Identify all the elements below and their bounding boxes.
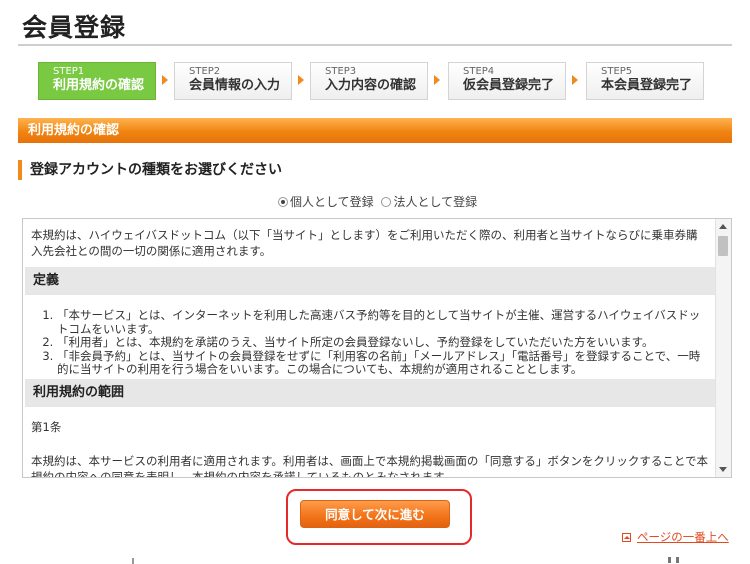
definitions-list: 「本サービス」とは、インターネットを利用した高速バス予約等を目的として当サイトが… (23, 308, 717, 377)
page-title: 会員登録 (22, 13, 127, 42)
agree-and-continue-button[interactable]: 同意して次に進む (300, 500, 450, 528)
radio-unchecked-icon[interactable] (381, 197, 392, 207)
step-label: 会員情報の入力 (189, 78, 281, 93)
terms-intro: 本規約は、ハイウェイバスドットコム（以下「当サイト」とします）をご利用いただく際… (31, 228, 698, 258)
arrow-up-icon (622, 533, 631, 542)
scroll-down-icon[interactable] (719, 467, 727, 472)
step-4: STEP4 仮会員登録完了 (448, 62, 566, 100)
step-3: STEP3 入力内容の確認 (310, 62, 428, 100)
step-label: 本会員登録完了 (601, 78, 693, 93)
step-label: 利用規約の確認 (53, 78, 145, 93)
divider-fragment (668, 557, 671, 563)
section-header: 利用規約の確認 (18, 118, 732, 143)
step-label: 仮会員登録完了 (463, 78, 555, 93)
step-number: STEP2 (189, 66, 221, 77)
radio-individual[interactable]: 個人として登録 (278, 193, 374, 210)
step-number: STEP4 (463, 66, 495, 77)
definition-item: 「利用者」とは、本規約を承諾のうえ、当サイト所定の会員登録ないし、予約登録をして… (57, 335, 717, 350)
radio-checked-icon[interactable] (278, 197, 288, 207)
step-number: STEP5 (601, 66, 633, 77)
scroll-thumb[interactable] (718, 236, 728, 256)
step-number: STEP3 (325, 66, 357, 77)
step-arrow-icon (434, 75, 440, 85)
step-arrow-icon (572, 75, 578, 85)
definition-item: 「本サービス」とは、インターネットを利用した高速バス予約等を目的として当サイトが… (57, 308, 717, 336)
radio-corporate[interactable]: 法人として登録 (381, 193, 477, 210)
step-label: 入力内容の確認 (325, 78, 417, 93)
radio-label-corporate[interactable]: 法人として登録 (393, 195, 477, 209)
article-number: 第1条 (31, 419, 62, 434)
step-1: STEP1 利用規約の確認 (38, 62, 156, 100)
divider-fragment (132, 558, 134, 564)
article-body: 本規約は、本サービスの利用者に適用されます。利用者は、画面上で本規約掲載画面の「… (31, 453, 708, 478)
page-top-link[interactable]: ページの一番上へ (622, 529, 729, 545)
definition-item: 「非会員予約」とは、当サイトの会員登録をせずに「利用客の名前」「メールアドレス」… (57, 349, 717, 377)
step-number: STEP1 (53, 66, 85, 77)
title-divider (18, 44, 732, 46)
terms-scrollbar[interactable] (715, 219, 731, 477)
step-arrow-icon (162, 75, 168, 85)
step-5: STEP5 本会員登録完了 (586, 62, 704, 100)
terms-scroll-box[interactable]: 本規約は、ハイウェイバスドットコム（以下「当サイト」とします）をご利用いただく際… (22, 218, 732, 478)
radio-label-individual[interactable]: 個人として登録 (290, 195, 374, 209)
account-type-radio-group: 個人として登録 法人として登録 (278, 193, 481, 210)
scroll-up-icon[interactable] (719, 224, 727, 229)
account-type-heading: 登録アカウントの種類をお選びください (18, 160, 282, 180)
definitions-heading: 定義 (25, 267, 717, 295)
step-arrow-icon (298, 75, 304, 85)
page-top-label[interactable]: ページの一番上へ (637, 530, 729, 544)
terms-content: 本規約は、ハイウェイバスドットコム（以下「当サイト」とします）をご利用いただく際… (23, 219, 717, 478)
step-progress: STEP1 利用規約の確認 STEP2 会員情報の入力 STEP3 入力内容の確… (38, 62, 710, 102)
divider-fragment (676, 557, 679, 563)
step-2: STEP2 会員情報の入力 (174, 62, 292, 100)
scope-heading: 利用規約の範囲 (25, 378, 717, 407)
